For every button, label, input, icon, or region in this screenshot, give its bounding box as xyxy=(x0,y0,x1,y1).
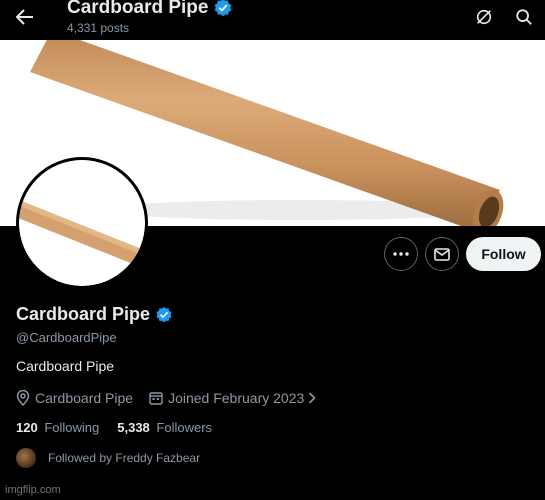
follower-avatar xyxy=(16,448,36,468)
posts-count: 4,331 posts xyxy=(67,21,130,35)
profile-name-row: Cardboard Pipe xyxy=(16,304,173,325)
followed-by-text: Followed by Freddy Fazbear xyxy=(48,451,201,465)
watermark: imgflip.com xyxy=(5,484,61,496)
grok-icon[interactable] xyxy=(472,5,496,29)
verified-badge-icon xyxy=(155,306,173,324)
top-bar: Cardboard Pipe 4,331 posts xyxy=(0,0,545,40)
profile-bio: Cardboard Pipe xyxy=(16,358,115,374)
following-label: Following xyxy=(44,420,100,435)
follow-button[interactable]: Follow xyxy=(466,237,541,271)
following-link[interactable]: 120 Following xyxy=(16,420,99,435)
profile-avatar[interactable] xyxy=(16,157,148,289)
more-icon xyxy=(393,252,409,256)
calendar-icon xyxy=(149,392,163,405)
profile-name: Cardboard Pipe xyxy=(16,304,151,324)
header-title: Cardboard Pipe xyxy=(67,0,209,18)
location: Cardboard Pipe xyxy=(16,390,133,406)
followers-count: 5,338 xyxy=(117,420,150,435)
joined-text: Joined February 2023 xyxy=(168,390,305,406)
profile-handle: @CardboardPipe xyxy=(16,330,117,345)
joined-date[interactable]: Joined February 2023 xyxy=(149,390,321,406)
location-icon xyxy=(16,390,30,406)
verified-badge-icon xyxy=(213,0,233,18)
chevron-right-icon xyxy=(309,392,316,404)
profile-meta: Cardboard Pipe Joined February 2023 xyxy=(16,390,337,406)
location-text: Cardboard Pipe xyxy=(35,390,134,406)
following-count: 120 xyxy=(16,420,38,435)
search-icon[interactable] xyxy=(512,5,536,29)
followed-by-row[interactable]: Followed by Freddy Fazbear xyxy=(16,448,200,468)
followers-link[interactable]: 5,338 Followers xyxy=(117,420,212,435)
back-arrow-icon[interactable] xyxy=(12,6,38,28)
message-button[interactable] xyxy=(425,237,459,271)
follow-stats: 120 Following 5,338 Followers xyxy=(16,420,230,435)
more-options-button[interactable] xyxy=(384,237,418,271)
avatar-image xyxy=(19,160,145,286)
message-icon xyxy=(434,247,450,261)
followers-label: Followers xyxy=(156,420,213,435)
header-title-row: Cardboard Pipe xyxy=(67,0,233,20)
